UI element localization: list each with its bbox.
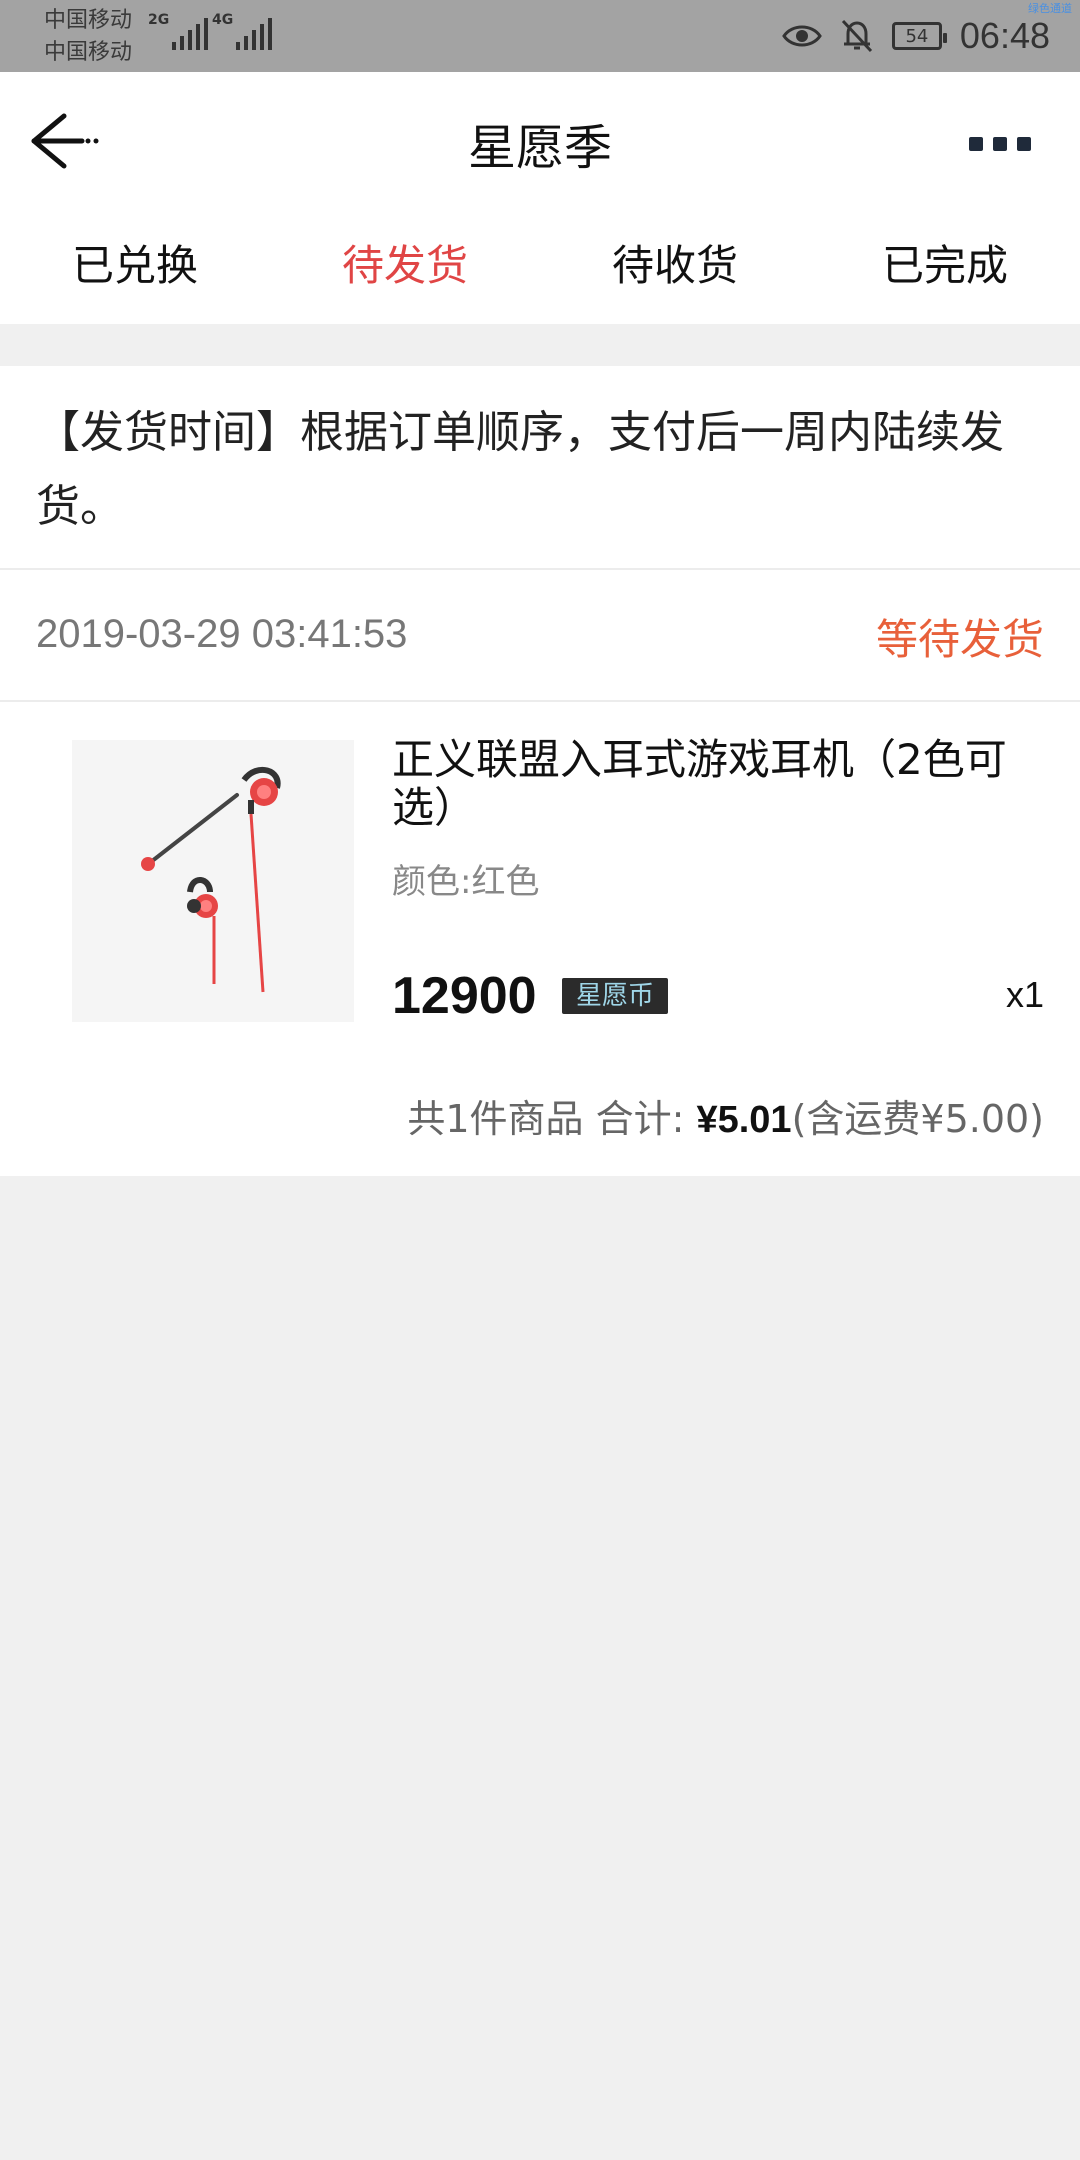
navbar: 星愿季 <box>0 72 1080 208</box>
eye-icon <box>782 25 822 47</box>
product-price: 12900 <box>392 967 537 1025</box>
battery-icon: 54 <box>891 22 947 50</box>
carrier-label-2: 中国移动 <box>44 40 133 65</box>
clock: 06:48 <box>959 15 1050 56</box>
corner-tag: 绿色通道 <box>1028 2 1072 15</box>
bell-off-icon <box>841 19 873 53</box>
tab-completed[interactable]: 已完成 <box>810 208 1080 324</box>
product-image[interactable] <box>72 740 354 1022</box>
product-quantity: x1 <box>1005 974 1044 1015</box>
summary-shipping: (含运费¥5.00) <box>791 1097 1044 1141</box>
network-type-1: 2G <box>148 12 170 28</box>
status-bar: 中国移动 中国移动 2G 4G 54 06:48 绿色通道 <box>0 0 1080 72</box>
tab-pending-shipment[interactable]: 待发货 <box>270 208 540 324</box>
order-summary: 共1件商品 合计: ¥5.01(含运费¥5.00) <box>407 1088 1044 1143</box>
carrier-label-1: 中国移动 <box>44 8 133 33</box>
product-spec: 颜色:红色 <box>392 862 540 902</box>
signal-icon-2: 4G <box>212 12 272 50</box>
divider <box>0 568 1080 570</box>
product-name[interactable]: 正义联盟入耳式游戏耳机（2色可选） <box>392 736 1042 832</box>
currency-badge: 星愿币 <box>562 978 669 1014</box>
order-tabs: 已兑换 待发货 待收货 已完成 <box>0 208 1080 324</box>
summary-prefix: 共1件商品 合计: <box>407 1097 697 1141</box>
page-title: 星愿季 <box>467 120 612 176</box>
tab-pending-receipt[interactable]: 待收货 <box>540 208 810 324</box>
signal-icon-1: 2G <box>148 12 208 50</box>
status-right-group: 54 06:48 <box>782 10 1050 62</box>
order-time: 2019-03-29 03:41:53 <box>36 612 408 656</box>
order-status: 等待发货 <box>875 615 1044 664</box>
summary-amount: ¥5.01 <box>696 1099 792 1141</box>
more-icon <box>969 137 983 151</box>
earphone-image <box>141 767 281 993</box>
network-type-2: 4G <box>212 12 234 28</box>
divider <box>0 700 1080 702</box>
shipping-notice: 【发货时间】根据订单顺序，支付后一周内陆续发货。 <box>36 407 1004 532</box>
tab-exchanged[interactable]: 已兑换 <box>0 208 270 324</box>
order-card[interactable]: 【发货时间】根据订单顺序，支付后一周内陆续发货。 2019-03-29 03:4… <box>0 366 1080 1176</box>
battery-level: 54 <box>905 25 929 47</box>
more-button[interactable] <box>960 124 1040 164</box>
